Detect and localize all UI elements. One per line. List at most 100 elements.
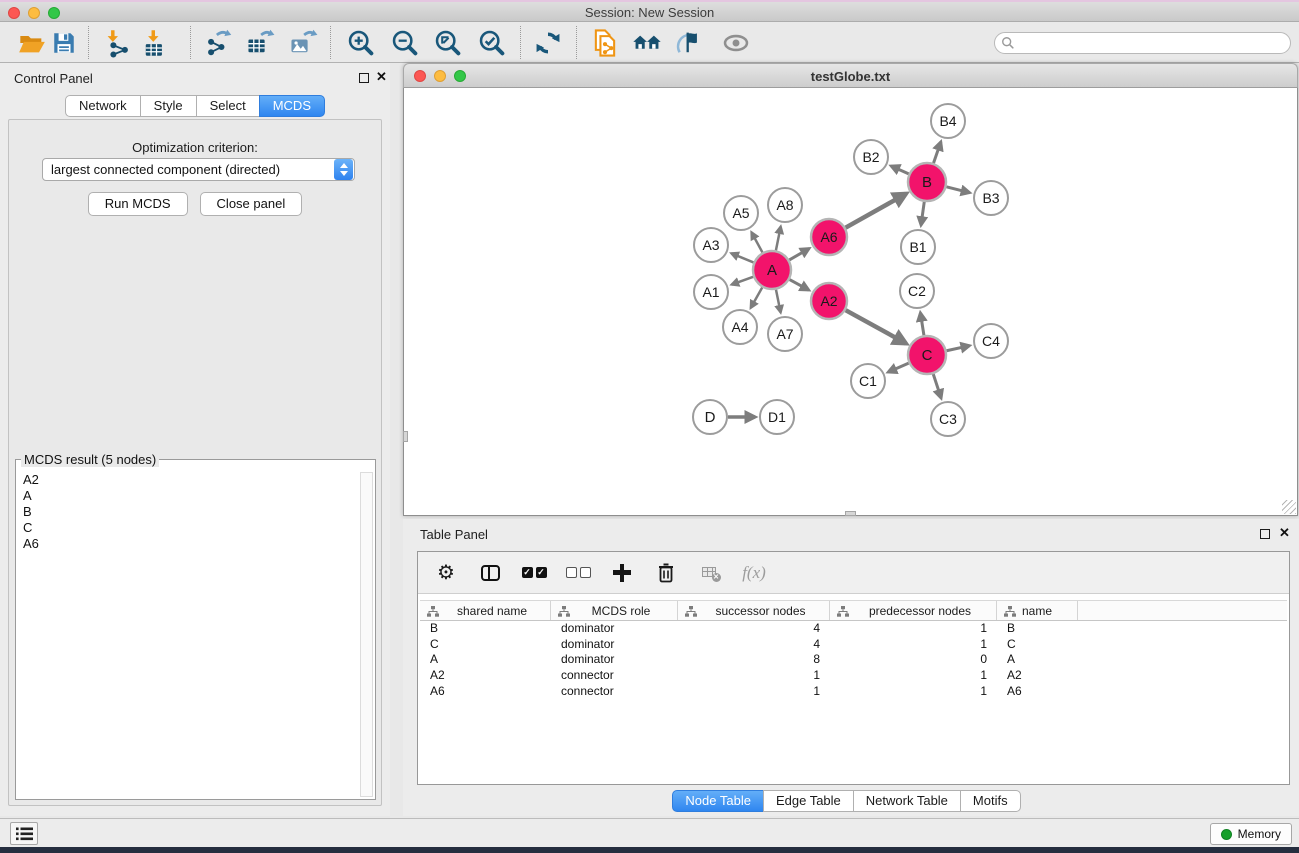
table-row[interactable]: A2connector11A2 (420, 668, 1287, 684)
column-header-MCDS-role[interactable]: MCDS role (551, 601, 678, 620)
import-network-button[interactable] (100, 25, 136, 60)
run-mcds-button[interactable]: Run MCDS (88, 192, 188, 216)
memory-button[interactable]: Memory (1210, 823, 1292, 845)
zoom-fit-button[interactable] (430, 25, 466, 60)
column-header-predecessor-nodes[interactable]: predecessor nodes (830, 601, 997, 620)
column-header-shared-name[interactable]: shared name (420, 601, 551, 620)
node-B4[interactable]: B4 (931, 104, 965, 138)
function-builder-button[interactable]: f(x) (740, 559, 768, 587)
tab-network[interactable]: Network (65, 95, 141, 117)
task-history-button[interactable] (10, 822, 38, 845)
edge-C-C1[interactable] (888, 363, 909, 372)
table-settings-button[interactable]: ⚙ (432, 559, 460, 587)
network-window-titlebar[interactable]: testGlobe.txt (403, 63, 1298, 88)
node-A3[interactable]: A3 (694, 228, 728, 262)
table-row[interactable]: A6connector11A6 (420, 684, 1287, 700)
edge-C-C2[interactable] (920, 313, 924, 336)
search-input[interactable] (1019, 36, 1290, 50)
node-A[interactable]: A (753, 251, 791, 289)
edge-A-A8[interactable] (776, 227, 781, 251)
close-panel-button[interactable]: Close panel (200, 192, 303, 216)
edge-A2-C[interactable] (846, 310, 906, 343)
tab-style[interactable]: Style (140, 95, 197, 117)
network-graph[interactable]: B4 B2 B B3 A8 A5 A6 A3 B1 A C2 A1 A2 A4 A7 C4 C C1 D C3 D1 (404, 88, 1297, 514)
node-C3[interactable]: C3 (931, 402, 965, 436)
edge-C-C3[interactable] (933, 374, 941, 398)
node-B1[interactable]: B1 (901, 230, 935, 264)
tab-motifs[interactable]: Motifs (960, 790, 1021, 812)
node-C2[interactable]: C2 (900, 274, 934, 308)
node-B2[interactable]: B2 (854, 140, 888, 174)
edge-A-A3[interactable] (731, 253, 753, 262)
window-resize-grip[interactable] (1282, 500, 1296, 514)
table-row[interactable]: Adominator80A (420, 652, 1287, 668)
tab-edge-table[interactable]: Edge Table (763, 790, 854, 812)
tab-node-table[interactable]: Node Table (672, 790, 764, 812)
bottom-edge-handle[interactable] (845, 511, 856, 516)
mcds-list-scrollbar[interactable] (360, 472, 373, 797)
node-C1[interactable]: C1 (851, 364, 885, 398)
table-panel-close-button[interactable]: ✕ (1279, 528, 1290, 538)
node-B3[interactable]: B3 (974, 181, 1008, 215)
node-C[interactable]: C (908, 336, 946, 374)
mcds-result-item[interactable]: A2 (18, 472, 359, 488)
mcds-result-item[interactable]: A6 (18, 536, 359, 552)
column-header-name[interactable]: name (997, 601, 1078, 620)
edge-A-A6[interactable] (789, 249, 809, 260)
deselect-all-button[interactable] (564, 559, 592, 587)
tab-select[interactable]: Select (196, 95, 260, 117)
save-session-button[interactable] (46, 25, 82, 60)
open-session-button[interactable] (14, 25, 50, 60)
select-all-button[interactable]: ✓✓ (520, 559, 548, 587)
edge-B-B2[interactable] (891, 166, 909, 174)
column-header-successor-nodes[interactable]: successor nodes (678, 601, 830, 620)
node-A8[interactable]: A8 (768, 188, 802, 222)
export-network-button[interactable] (200, 25, 236, 60)
control-panel-float-button[interactable] (359, 73, 369, 83)
zoom-in-button[interactable] (343, 25, 379, 60)
zoom-selected-button[interactable] (474, 25, 510, 60)
node-A5[interactable]: A5 (724, 196, 758, 230)
tab-mcds[interactable]: MCDS (259, 95, 325, 117)
show-columns-button[interactable] (476, 559, 504, 587)
refresh-view-button[interactable] (530, 25, 566, 60)
show-hide-button[interactable] (718, 25, 754, 60)
node-A6[interactable]: A6 (811, 219, 847, 255)
delete-column-button[interactable] (652, 559, 680, 587)
edge-A-A2[interactable] (790, 280, 809, 290)
criterion-dropdown[interactable]: largest connected component (directed) (42, 158, 355, 181)
new-network-from-file-button[interactable] (587, 25, 623, 60)
node-C4[interactable]: C4 (974, 324, 1008, 358)
node-A7[interactable]: A7 (768, 317, 802, 351)
table-row[interactable]: Bdominator41B (420, 621, 1287, 637)
table-panel-float-button[interactable] (1260, 529, 1270, 539)
edge-A6-B[interactable] (846, 194, 907, 228)
mcds-result-item[interactable]: B (18, 504, 359, 520)
node-D[interactable]: D (693, 400, 727, 434)
edge-B-B1[interactable] (921, 202, 924, 225)
node-A4[interactable]: A4 (723, 310, 757, 344)
node-D1[interactable]: D1 (760, 400, 794, 434)
tab-network-table[interactable]: Network Table (853, 790, 961, 812)
table-row[interactable]: Cdominator41C (420, 637, 1287, 653)
delete-table-button[interactable]: ✕ (696, 559, 724, 587)
edge-B-B4[interactable] (934, 142, 941, 163)
edge-A-A5[interactable] (752, 232, 763, 252)
export-image-button[interactable] (285, 25, 321, 60)
mcds-result-item[interactable]: A (18, 488, 359, 504)
homes-button[interactable] (629, 25, 665, 60)
node-B[interactable]: B (908, 163, 946, 201)
node-A1[interactable]: A1 (694, 275, 728, 309)
hide-annotations-button[interactable] (672, 25, 708, 60)
edge-C-C4[interactable] (947, 346, 970, 351)
search-field[interactable] (994, 32, 1291, 54)
add-column-button[interactable] (608, 559, 636, 587)
left-edge-handle[interactable] (403, 431, 408, 442)
node-A2[interactable]: A2 (811, 283, 847, 319)
network-canvas[interactable]: B4 B2 B B3 A8 A5 A6 A3 B1 A C2 A1 A2 A4 A7 C4 C C1 D C3 D1 (403, 88, 1298, 516)
import-table-button[interactable] (137, 25, 173, 60)
edge-A-A4[interactable] (751, 287, 762, 307)
mcds-result-item[interactable]: C (18, 520, 359, 536)
control-panel-close-button[interactable]: ✕ (376, 72, 387, 82)
zoom-out-button[interactable] (387, 25, 423, 60)
